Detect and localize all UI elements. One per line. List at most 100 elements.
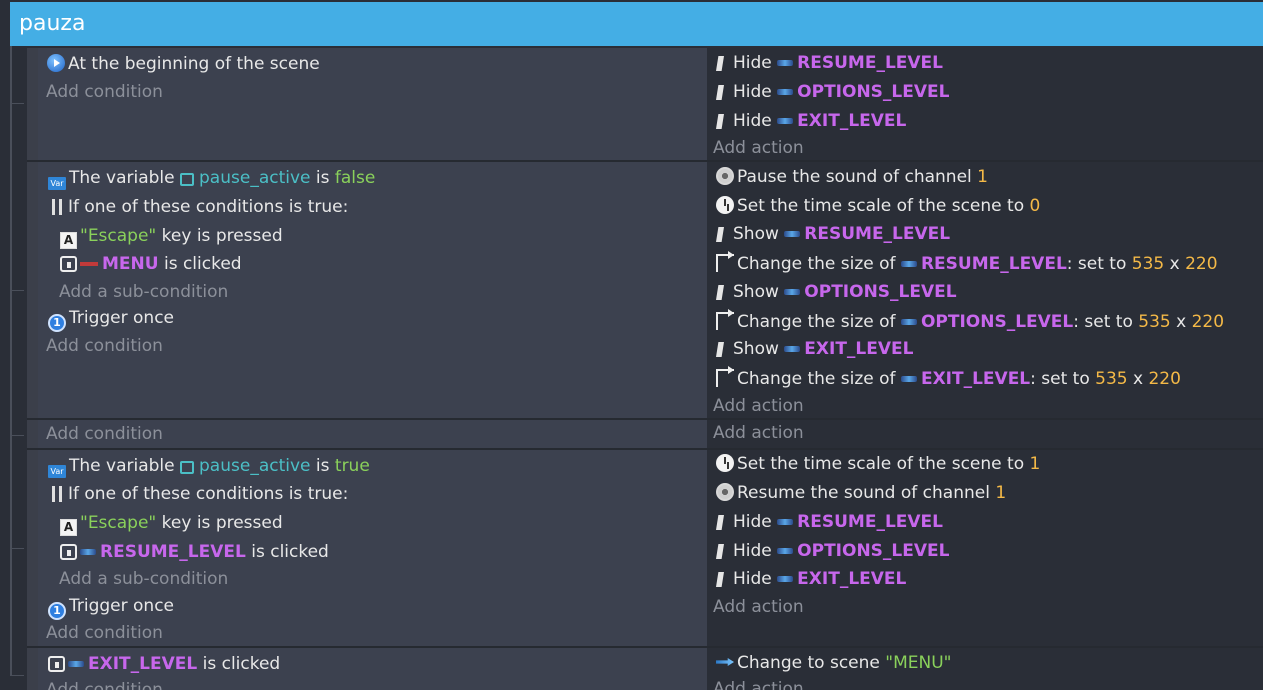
or-condition-icon [52,486,62,502]
scene-variable-icon [180,173,195,186]
sprite-object-icon [777,548,794,554]
subcondition-key-pressed[interactable]: A "Escape" key is pressed [60,226,283,249]
or-condition-icon [52,199,62,215]
condition-scene-start[interactable]: At the beginning of the scene [47,54,320,76]
hide-object-icon [716,572,724,587]
action-pause-sound[interactable]: Pause the sound of channel 1 [716,167,988,189]
mouse-click-icon [60,256,77,272]
condition-or-group[interactable]: If one of these conditions is true: [52,197,348,219]
show-object-icon [716,227,724,242]
add-condition-link[interactable]: Add condition [46,623,163,645]
show-object-icon [716,342,724,357]
add-condition-link[interactable]: Add condition [46,82,163,104]
action-hide[interactable]: Hide EXIT_LEVEL [716,111,906,133]
subcondition-object-clicked[interactable]: RESUME_LEVEL is clicked [60,542,329,564]
event-drag-handle[interactable] [27,48,38,160]
event-1-conditions[interactable]: At the beginning of the scene Add condit… [38,48,707,160]
action-show[interactable]: Show RESUME_LEVEL [716,224,950,246]
action-resize[interactable]: Change the size of EXIT_LEVEL: set to 53… [716,366,1181,390]
action-hide[interactable]: Hide OPTIONS_LEVEL [716,82,949,104]
keyboard-key-icon: A [60,232,77,249]
event-drag-handle[interactable] [27,162,38,418]
condition-trigger-once[interactable]: 1 Trigger once [48,596,174,620]
condition-or-group[interactable]: If one of these conditions is true: [52,484,348,506]
add-action-link[interactable]: Add action [713,138,804,160]
event-3-actions[interactable]: Set the time scale of the scene to 1 Res… [707,450,1263,646]
event-2-actions[interactable]: Pause the sound of channel 1 Set the tim… [707,162,1263,418]
tree-line [10,46,12,676]
sprite-object-icon [777,118,794,124]
trigger-once-icon: 1 [48,314,66,332]
event-4-conditions[interactable]: EXIT_LEVEL is clicked Add condition [38,648,707,690]
action-time-scale[interactable]: Set the time scale of the scene to 0 [716,196,1040,218]
sprite-object-icon [777,89,794,95]
scene-title: pauza [19,11,86,36]
action-hide[interactable]: Hide RESUME_LEVEL [716,512,943,534]
event-3-conditions[interactable]: Var The variable pause_active is true If … [38,450,707,646]
play-icon [47,54,65,72]
action-time-scale[interactable]: Set the time scale of the scene to 1 [716,454,1040,476]
sprite-object-icon [777,60,794,66]
sprite-object-icon [68,661,84,667]
trigger-once-icon: 1 [48,602,66,620]
show-object-icon [716,285,724,300]
sprite-object-icon [80,262,98,266]
add-subcondition-link[interactable]: Add a sub-condition [59,282,228,304]
action-hide[interactable]: Hide RESUME_LEVEL [716,53,943,75]
action-show[interactable]: Show OPTIONS_LEVEL [716,282,957,304]
mouse-click-icon [60,544,77,560]
sprite-object-icon [784,346,801,352]
action-resume-sound[interactable]: Resume the sound of channel 1 [716,483,1006,505]
event-drag-handle[interactable] [27,648,38,690]
mouse-click-icon [48,656,65,672]
tree-branch [10,290,24,291]
subcondition-key-pressed[interactable]: A "Escape" key is pressed [60,513,283,536]
sprite-object-icon [900,376,917,382]
tree-branch [10,103,24,104]
event-drag-handle[interactable] [27,420,38,448]
scene-events-header[interactable]: pauza [10,2,1263,46]
sprite-object-icon [777,519,794,525]
add-action-link[interactable]: Add action [713,423,804,445]
add-subcondition-link[interactable]: Add a sub-condition [59,569,228,591]
subcondition-object-clicked[interactable]: MENU is clicked [60,254,242,276]
tree-branch [10,548,24,549]
event-2-conditions[interactable]: Var The variable pause_active is false If… [38,162,707,418]
sprite-object-icon [784,289,801,295]
event-drag-handle[interactable] [27,450,38,646]
sprite-object-icon [80,549,96,555]
hide-object-icon [716,56,724,71]
empty-event-actions[interactable]: Add action [707,420,1263,448]
clock-icon [716,196,734,214]
hide-object-icon [716,85,724,100]
add-condition-link[interactable]: Add condition [46,424,163,446]
condition-object-clicked[interactable]: EXIT_LEVEL is clicked [48,654,280,676]
clock-icon [716,454,734,472]
add-action-link[interactable]: Add action [713,396,804,418]
condition-variable-compare[interactable]: Var The variable pause_active is true [48,456,370,478]
event-4-actions[interactable]: Change to scene "MENU" Add action [707,648,1263,690]
add-action-link[interactable]: Add action [713,597,804,619]
resize-icon [716,309,734,330]
sprite-object-icon [784,231,801,237]
action-resize[interactable]: Change the size of OPTIONS_LEVEL: set to… [716,309,1224,333]
resize-icon [716,251,734,272]
action-resize[interactable]: Change the size of RESUME_LEVEL: set to … [716,251,1218,275]
hide-object-icon [716,515,724,530]
condition-variable-compare[interactable]: Var The variable pause_active is false [48,168,375,190]
action-show[interactable]: Show EXIT_LEVEL [716,339,913,361]
tree-branch [10,435,24,436]
condition-trigger-once[interactable]: 1 Trigger once [48,308,174,332]
action-change-scene[interactable]: Change to scene "MENU" [716,653,951,675]
keyboard-key-icon: A [60,519,77,536]
variable-icon: Var [48,465,66,478]
add-condition-link[interactable]: Add condition [46,680,163,690]
add-action-link[interactable]: Add action [713,679,804,690]
sound-icon [716,167,734,185]
add-condition-link[interactable]: Add condition [46,336,163,358]
action-hide[interactable]: Hide EXIT_LEVEL [716,569,906,591]
event-1-actions[interactable]: Hide RESUME_LEVEL Hide OPTIONS_LEVEL Hid… [707,48,1263,160]
action-hide[interactable]: Hide OPTIONS_LEVEL [716,541,949,563]
empty-event-conditions[interactable]: Add condition [38,420,707,448]
hide-object-icon [716,544,724,559]
